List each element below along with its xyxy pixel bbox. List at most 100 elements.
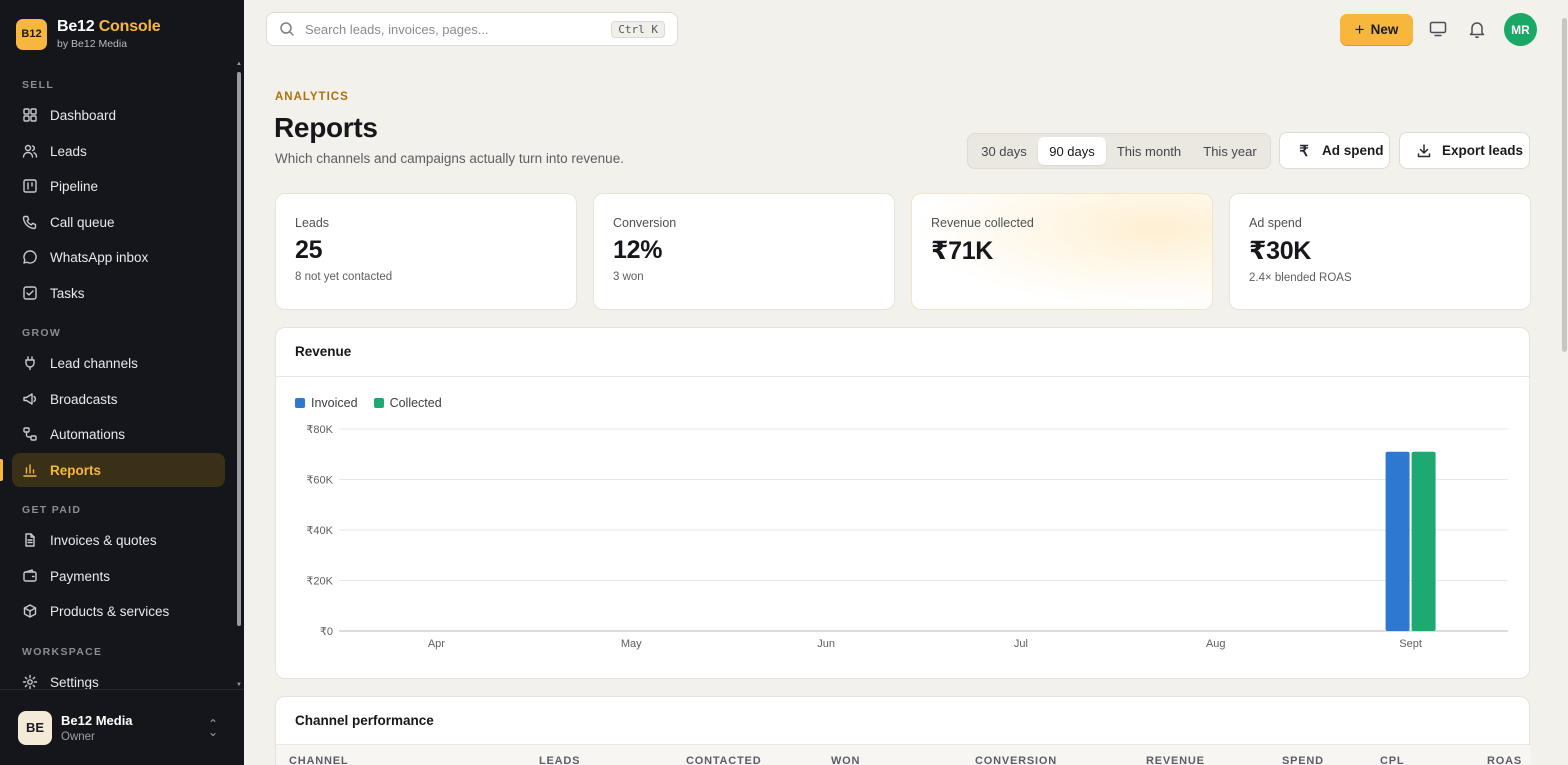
y-tick-label: ₹20K xyxy=(306,576,333,588)
chevron-updown-icon: ⌃ ⌄ xyxy=(208,717,219,739)
sidebar-item-label: Broadcasts xyxy=(50,391,118,407)
y-tick-label: ₹40K xyxy=(306,525,333,537)
sidebar-item-label: Settings xyxy=(50,674,99,690)
search-box[interactable]: Ctrl K xyxy=(266,12,678,46)
sidebar-item-leads[interactable]: Leads xyxy=(12,134,225,168)
sidebar-item-label: Reports xyxy=(50,462,102,478)
active-indicator xyxy=(0,459,3,481)
page-eyebrow: ANALYTICS xyxy=(275,91,349,103)
search-input[interactable] xyxy=(305,21,605,37)
stat-card-revenue-collected: Revenue collected ₹71K xyxy=(911,193,1213,310)
range-30-days[interactable]: 30 days xyxy=(971,137,1037,165)
sidebar-item-pipeline[interactable]: Pipeline xyxy=(12,169,225,203)
x-tick-label: May xyxy=(621,638,642,650)
sidebar-section-get-paid: GET PAID xyxy=(22,504,82,516)
column-header-roas[interactable]: ROAS xyxy=(1487,755,1522,765)
legend-item-invoiced[interactable]: Invoiced xyxy=(295,396,358,410)
x-tick-label: Apr xyxy=(428,638,445,650)
chat-icon xyxy=(23,250,37,264)
sidebar-item-label: Pipeline xyxy=(50,178,99,194)
x-tick-label: Sept xyxy=(1399,638,1422,650)
stat-value: ₹30K xyxy=(1249,237,1312,265)
sidebar-item-products-services[interactable]: Products & services xyxy=(12,594,225,628)
ad-spend-button[interactable]: ₹ Ad spend xyxy=(1279,132,1390,169)
x-tick-label: Jun xyxy=(817,638,835,650)
legend-swatch xyxy=(295,398,305,408)
sidebar-section-sell: SELL xyxy=(22,79,55,91)
sidebar-item-dashboard[interactable]: Dashboard xyxy=(12,98,225,132)
sidebar-item-label: WhatsApp inbox xyxy=(50,249,149,265)
stat-card-ad-spend: Ad spend ₹30K 2.4× blended ROAS xyxy=(1229,193,1531,310)
wallet-icon xyxy=(23,569,37,582)
sidebar-item-lead-channels[interactable]: Lead channels xyxy=(12,346,225,380)
range-this-year[interactable]: This year xyxy=(1192,137,1268,165)
column-header-leads[interactable]: LEADS xyxy=(539,755,580,765)
stat-label: Ad spend xyxy=(1249,216,1302,230)
user-avatar[interactable]: MR xyxy=(1504,13,1537,46)
sidebar-item-label: Leads xyxy=(50,143,87,159)
x-tick-label: Jul xyxy=(1014,638,1028,650)
sidebar: B12 Be12 Console by Be12 Media SELL Dashb… xyxy=(0,0,244,765)
account-name: Be12 Media xyxy=(61,712,133,728)
column-header-won[interactable]: WON xyxy=(831,755,860,765)
revenue-card-title: Revenue xyxy=(276,328,1529,377)
legend-item-collected[interactable]: Collected xyxy=(373,396,442,410)
stat-note: 3 won xyxy=(613,271,644,283)
sidebar-item-label: Dashboard xyxy=(50,107,117,123)
main-scrollbar[interactable] xyxy=(1562,18,1567,352)
sidebar-scrollbar[interactable] xyxy=(237,72,241,626)
account-switcher[interactable]: BE Be12 Media Owner ⌃ ⌄ xyxy=(0,689,244,765)
brand[interactable]: B12 Be12 Console by Be12 Media xyxy=(16,18,161,50)
column-header-revenue[interactable]: REVENUE xyxy=(1146,755,1205,765)
sidebar-item-label: Tasks xyxy=(50,285,85,301)
bell-icon[interactable] xyxy=(1467,19,1487,39)
stat-value: ₹71K xyxy=(931,237,994,265)
column-header-cpl[interactable]: CPL xyxy=(1380,755,1404,765)
legend-swatch xyxy=(373,398,384,408)
column-header-contacted[interactable]: CONTACTED xyxy=(686,755,761,765)
download-icon xyxy=(1417,143,1431,157)
export-leads-button[interactable]: Export leads xyxy=(1399,132,1530,169)
stat-card-leads: Leads 25 8 not yet contacted xyxy=(275,193,577,310)
range-this-month[interactable]: This month xyxy=(1108,137,1190,165)
kanban-icon xyxy=(23,179,37,193)
workflow-icon xyxy=(23,427,37,441)
y-tick-label: ₹80K xyxy=(306,424,333,436)
gear-icon xyxy=(22,674,38,690)
sidebar-item-payments[interactable]: Payments xyxy=(12,559,225,593)
column-header-spend[interactable]: SPEND xyxy=(1282,755,1324,765)
sidebar-section-workspace: WORKSPACE xyxy=(22,646,103,658)
users-icon xyxy=(22,144,38,158)
sidebar-item-tasks[interactable]: Tasks xyxy=(12,276,225,310)
page-subtitle: Which channels and campaigns actually tu… xyxy=(275,151,624,166)
account-role: Owner xyxy=(61,730,95,743)
chart-legend: Invoiced Collected xyxy=(295,396,458,410)
range-90-days[interactable]: 90 days xyxy=(1038,137,1106,165)
document-icon xyxy=(25,533,35,547)
stat-note: 8 not yet contacted xyxy=(295,271,393,283)
sidebar-scroll-down-icon[interactable]: ▼ xyxy=(236,682,242,688)
monitor-icon[interactable] xyxy=(1428,19,1448,39)
brand-name: Be12 Console xyxy=(57,18,161,35)
sidebar-scroll-up-icon[interactable]: ▲ xyxy=(236,61,242,67)
plus-icon: + xyxy=(1354,19,1365,39)
stat-note: 2.4× blended ROAS xyxy=(1249,272,1352,284)
sidebar-item-label: Automations xyxy=(50,426,126,442)
sidebar-item-invoices-quotes[interactable]: Invoices & quotes xyxy=(12,523,225,557)
phone-icon xyxy=(22,215,37,230)
sidebar-item-reports[interactable]: Reports xyxy=(12,453,225,487)
sidebar-item-whatsapp-inbox[interactable]: WhatsApp inbox xyxy=(12,240,225,274)
plug-icon xyxy=(25,356,35,371)
sidebar-item-call-queue[interactable]: Call queue xyxy=(12,205,225,239)
stat-value: 12% xyxy=(613,236,663,264)
bar-collected-sept xyxy=(1411,451,1436,631)
column-header-channel[interactable]: CHANNEL xyxy=(289,755,348,765)
channel-performance-card: Channel performance CHANNEL LEADS CONTAC… xyxy=(275,696,1531,765)
account-avatar: BE xyxy=(18,710,52,745)
new-button[interactable]: + New xyxy=(1340,14,1413,45)
grid-icon xyxy=(23,108,37,122)
box-icon xyxy=(23,604,37,618)
column-header-conversion[interactable]: CONVERSION xyxy=(975,755,1057,765)
sidebar-item-broadcasts[interactable]: Broadcasts xyxy=(12,382,225,416)
sidebar-item-automations[interactable]: Automations xyxy=(12,417,225,451)
